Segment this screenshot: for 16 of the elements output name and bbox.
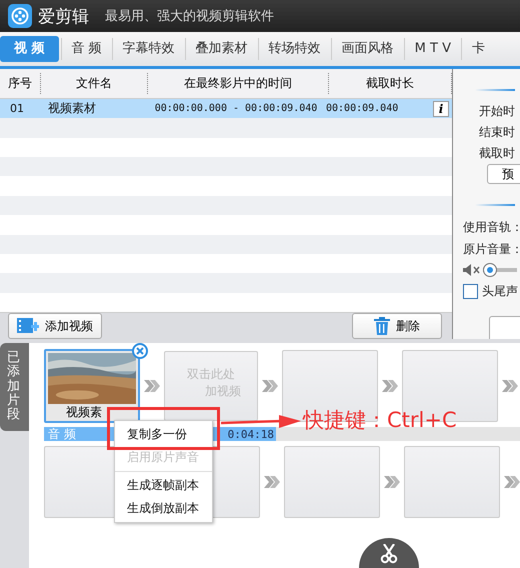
audio-time: 0:04:18	[228, 428, 275, 440]
field-label: 截取时	[478, 145, 516, 162]
annotation-text: 快捷键：Ctrl+C	[303, 407, 457, 434]
checkbox-label: 头尾声	[482, 283, 518, 300]
table-cell-text: 00:00:00.000 - 00:00:09.040	[154, 103, 318, 114]
app-title: 爱剪辑	[38, 6, 89, 28]
app-slogan: 最易用、强大的视频剪辑软件	[105, 8, 274, 25]
field-label: 开始时	[478, 103, 516, 120]
audio-track-label: 使用音轨：	[463, 219, 520, 236]
volume-label: 原片音量：	[463, 241, 520, 258]
clip-label: 视频素	[65, 404, 103, 421]
table-cell-text: 00:00:09.040	[326, 103, 400, 114]
field-label: 结束时	[478, 124, 516, 141]
audio-label: 音 频	[47, 426, 76, 442]
table-cell-text: 01	[9, 102, 25, 116]
table-cell-text: 视频素材	[47, 100, 97, 118]
